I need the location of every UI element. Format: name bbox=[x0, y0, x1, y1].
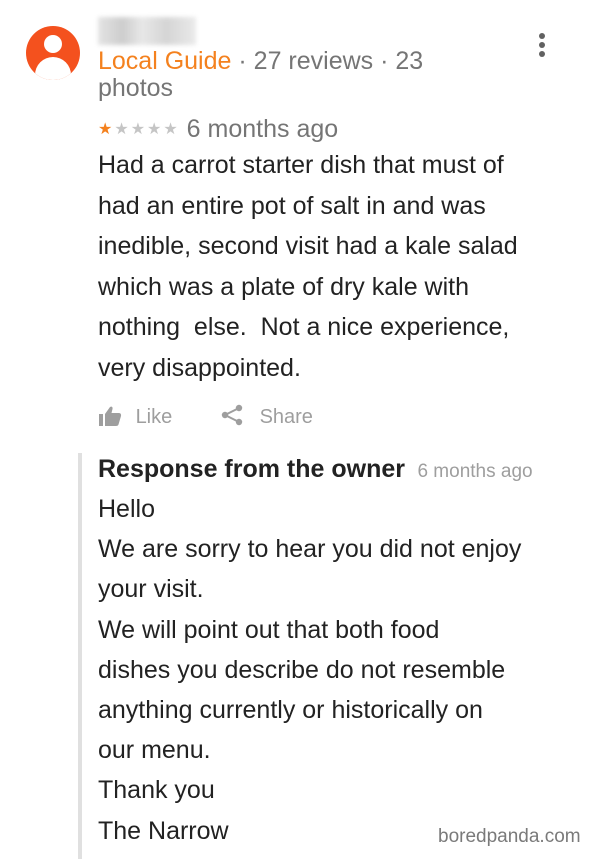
reviewer-name-redacted[interactable] bbox=[98, 17, 196, 45]
person-icon bbox=[44, 35, 62, 53]
thumb-up-icon bbox=[99, 406, 122, 426]
star-filled-icon: ★ bbox=[98, 121, 115, 138]
local-guide-badge[interactable]: Local Guide bbox=[98, 47, 231, 75]
star-empty-icon: ★ bbox=[114, 121, 131, 138]
rating-row: ★★★★★ 6 months ago bbox=[98, 115, 338, 143]
owner-response: Response from the owner 6 months ago Hel… bbox=[78, 453, 582, 859]
watermark: boredpanda.com bbox=[438, 826, 581, 847]
share-label: Share bbox=[259, 406, 313, 428]
share-icon bbox=[221, 404, 243, 426]
reviewer-avatar[interactable] bbox=[26, 26, 80, 80]
owner-response-text: Hello We are sorry to hear you did not e… bbox=[98, 495, 522, 845]
review-text: Had a carrot starter dish that must of h… bbox=[98, 151, 518, 382]
reviewer-meta: Local Guide · 27 reviews · 23 photos bbox=[98, 48, 498, 102]
like-label: Like bbox=[135, 406, 173, 428]
like-button[interactable]: Like bbox=[98, 402, 172, 432]
star-empty-icon: ★ bbox=[130, 121, 148, 138]
star-empty-icon: ★ bbox=[147, 121, 164, 138]
review-time: 6 months ago bbox=[186, 115, 339, 143]
share-button[interactable]: Share bbox=[220, 402, 313, 432]
owner-response-time: 6 months ago bbox=[417, 461, 533, 482]
more-vert-icon[interactable] bbox=[530, 30, 554, 60]
owner-response-header: Response from the owner 6 months ago bbox=[98, 455, 533, 484]
star-rating: ★★★★★ bbox=[98, 116, 180, 144]
owner-response-title: Response from the owner bbox=[98, 455, 405, 483]
star-empty-icon: ★ bbox=[163, 121, 180, 138]
